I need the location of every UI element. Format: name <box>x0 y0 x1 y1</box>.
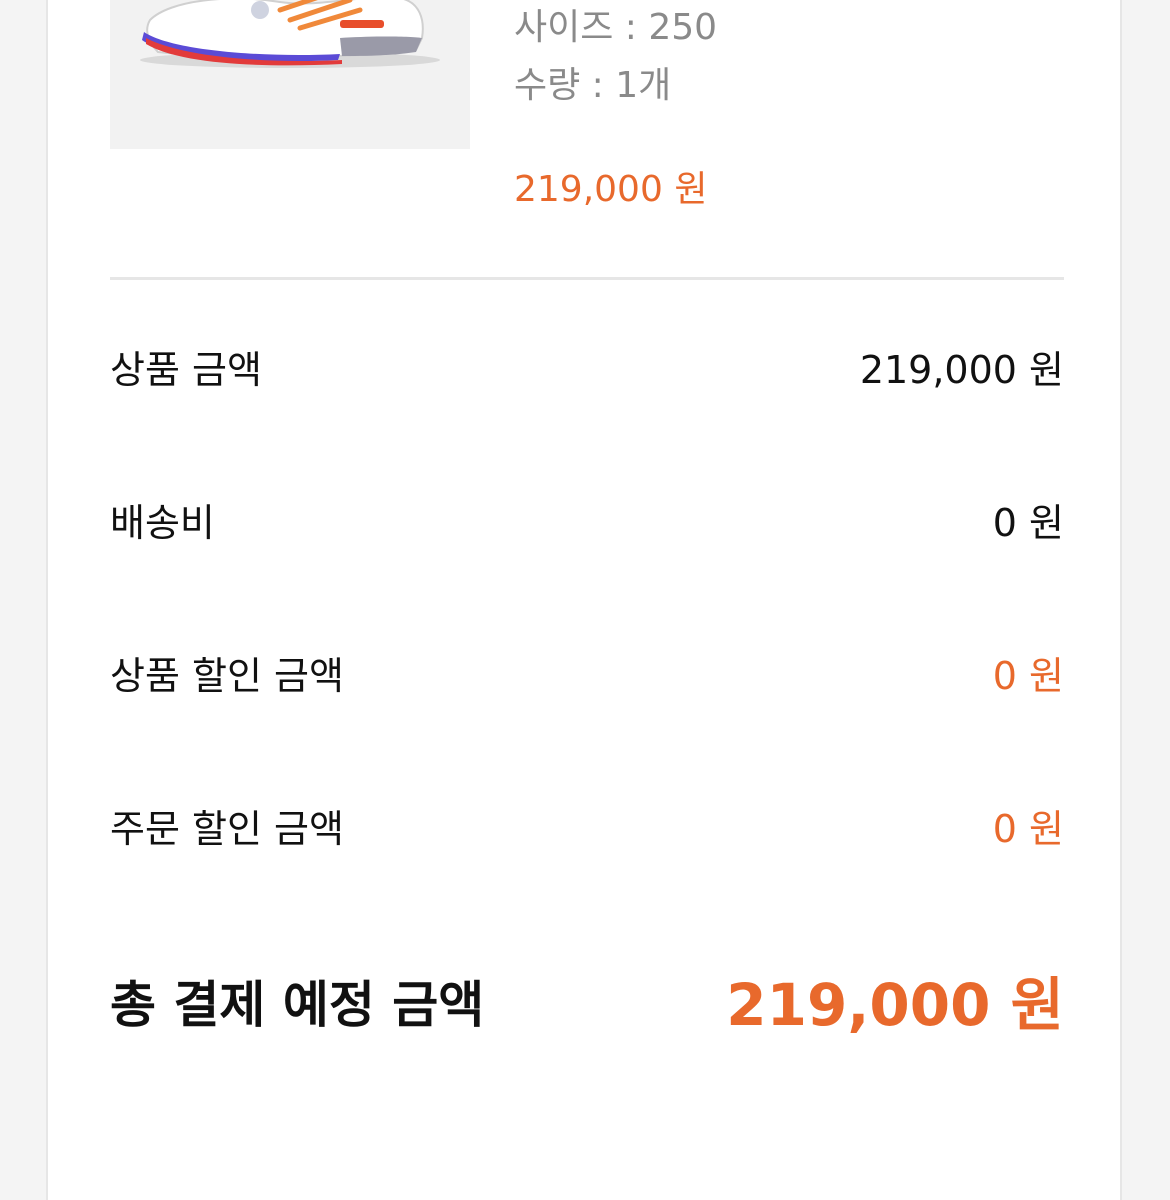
divider <box>110 277 1064 280</box>
summary-label: 주문 할인 금액 <box>110 807 344 851</box>
summary-row-shipping: 배송비 0 원 <box>110 493 1064 553</box>
total-value: 219,000 원 <box>726 971 1064 1039</box>
product-image[interactable] <box>110 0 470 149</box>
summary-label: 배송비 <box>110 501 215 545</box>
summary-value: 0 원 <box>992 654 1064 698</box>
summary-row-product-discount: 상품 할인 금액 0 원 <box>110 646 1064 706</box>
option-size: 사이즈 : 250 <box>514 7 718 48</box>
total-label: 총 결제 예정 금액 <box>110 976 485 1034</box>
total-row: 총 결제 예정 금액 219,000 원 <box>110 965 1064 1045</box>
summary-row-product-amount: 상품 금액 219,000 원 <box>110 340 1064 400</box>
summary-label: 상품 금액 <box>110 348 262 392</box>
summary-value: 0 원 <box>992 807 1064 851</box>
summary-value: 0 원 <box>992 501 1064 545</box>
summary-value: 219,000 원 <box>859 348 1064 392</box>
summary-row-order-discount: 주문 할인 금액 0 원 <box>110 799 1064 859</box>
summary-label: 상품 할인 금액 <box>110 654 344 698</box>
item-price: 219,000 원 <box>514 169 708 210</box>
sneaker-icon <box>140 0 440 68</box>
option-quantity: 수량 : 1개 <box>514 65 672 106</box>
order-summary-card: 사이즈 : 250 수량 : 1개 219,000 원 상품 금액 219,00… <box>46 0 1122 1200</box>
